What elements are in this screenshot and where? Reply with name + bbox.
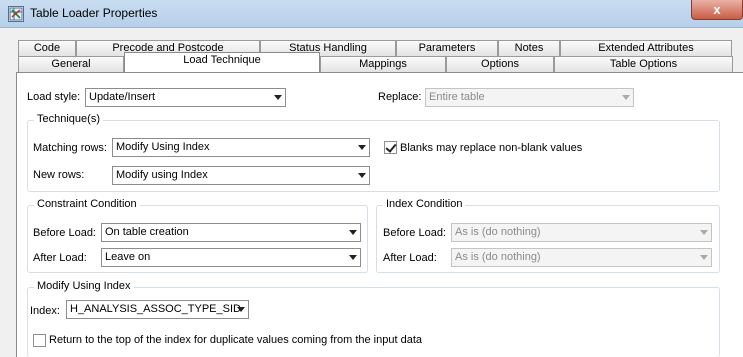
index-after-select[interactable]: As is (do nothing) bbox=[451, 248, 712, 267]
index-before-label: Before Load: bbox=[383, 227, 446, 239]
index-after-value: As is (do nothing) bbox=[455, 251, 541, 263]
constraint-after-select[interactable]: Leave on bbox=[101, 248, 361, 267]
index-label: Index: bbox=[30, 305, 60, 317]
new-rows-value: Modify using Index bbox=[116, 169, 208, 181]
index-value: H_ANALYSIS_ASSOC_TYPE_SID bbox=[70, 303, 241, 315]
chevron-down-icon bbox=[358, 173, 366, 178]
constraint-before-label: Before Load: bbox=[33, 227, 96, 239]
chevron-down-icon bbox=[700, 230, 708, 235]
matching-rows-value: Modify Using Index bbox=[116, 141, 210, 153]
modify-using-index-title: Modify Using Index bbox=[34, 280, 134, 292]
load-style-select[interactable]: Update/Insert bbox=[85, 88, 286, 107]
tab-notes[interactable]: Notes bbox=[498, 40, 560, 56]
chevron-down-icon bbox=[358, 145, 366, 150]
tab-code[interactable]: Code bbox=[18, 40, 76, 56]
tab-mappings[interactable]: Mappings bbox=[320, 56, 446, 72]
chevron-down-icon bbox=[274, 95, 282, 100]
matching-rows-label: Matching rows: bbox=[33, 142, 107, 154]
replace-value: Entire table bbox=[429, 91, 485, 103]
chevron-down-icon bbox=[622, 95, 630, 100]
replace-select[interactable]: Entire table bbox=[425, 88, 634, 107]
constraint-condition-title: Constraint Condition bbox=[34, 198, 140, 210]
modify-using-index-group bbox=[27, 287, 720, 357]
constraint-after-label: After Load: bbox=[33, 252, 87, 264]
load-style-value: Update/Insert bbox=[89, 91, 156, 103]
tab-table-options[interactable]: Table Options bbox=[554, 56, 733, 72]
index-condition-title: Index Condition bbox=[383, 198, 466, 210]
techniques-group-title: Technique(s) bbox=[34, 113, 103, 125]
constraint-after-value: Leave on bbox=[105, 251, 151, 263]
replace-label: Replace: bbox=[378, 91, 422, 103]
constraint-before-select[interactable]: On table creation bbox=[101, 223, 361, 242]
index-after-label: After Load: bbox=[383, 252, 437, 264]
index-select[interactable]: H_ANALYSIS_ASSOC_TYPE_SID bbox=[66, 300, 249, 319]
tab-options[interactable]: Options bbox=[446, 56, 554, 72]
matching-rows-select[interactable]: Modify Using Index bbox=[112, 138, 370, 157]
tab-load-technique[interactable]: Load Technique bbox=[124, 52, 320, 72]
constraint-before-value: On table creation bbox=[105, 226, 189, 238]
new-rows-select[interactable]: Modify using Index bbox=[112, 166, 370, 185]
blanks-checkbox[interactable] bbox=[384, 141, 397, 154]
return-to-top-label: Return to the top of the index for dupli… bbox=[49, 334, 423, 346]
close-button[interactable]: x bbox=[691, 0, 743, 20]
title-bar: Table Loader Properties x bbox=[0, 0, 743, 28]
chevron-down-icon bbox=[349, 255, 357, 260]
tab-extended-attributes[interactable]: Extended Attributes bbox=[560, 40, 732, 56]
new-rows-label: New rows: bbox=[33, 169, 85, 181]
chevron-down-icon bbox=[349, 230, 357, 235]
table-loader-icon bbox=[8, 6, 24, 22]
blanks-label: Blanks may replace non-blank values bbox=[400, 142, 583, 154]
window-title: Table Loader Properties bbox=[30, 6, 158, 20]
chevron-down-icon bbox=[700, 255, 708, 260]
load-style-label: Load style: bbox=[27, 91, 81, 103]
index-before-value: As is (do nothing) bbox=[455, 226, 541, 238]
tab-general[interactable]: General bbox=[18, 56, 124, 72]
chevron-down-icon bbox=[237, 307, 245, 312]
return-to-top-checkbox[interactable] bbox=[33, 334, 46, 347]
index-before-select[interactable]: As is (do nothing) bbox=[451, 223, 712, 242]
tab-parameters[interactable]: Parameters bbox=[396, 40, 498, 56]
